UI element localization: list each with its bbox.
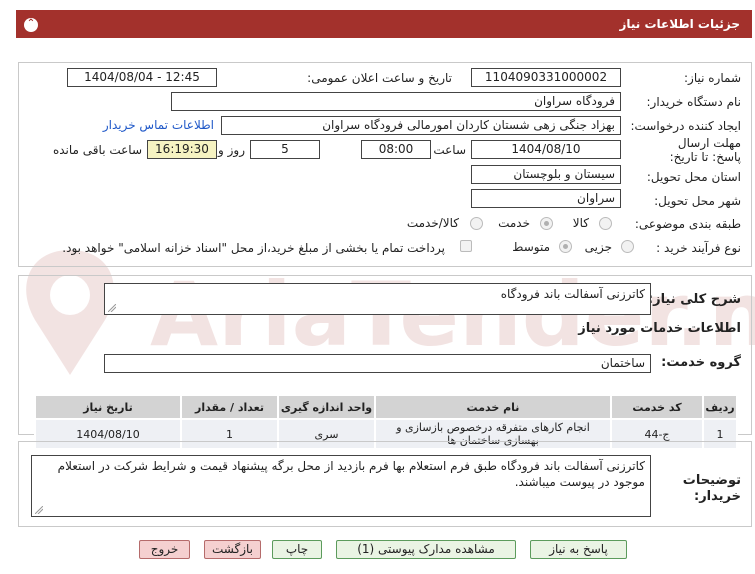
- buyer-notes-textarea[interactable]: کاترزنی آسفالت باند فرودگاه طبق فرم استع…: [31, 455, 651, 517]
- buyer-notes-text: کاترزنی آسفالت باند فرودگاه طبق فرم استع…: [57, 459, 645, 489]
- payment-checkbox[interactable]: [460, 240, 472, 252]
- service-group-label: گروه خدمت:: [661, 355, 741, 370]
- public-announce-label: تاریخ و ساعت اعلان عمومی:: [307, 71, 452, 85]
- category-option-goods-service: کالا/خدمت: [406, 216, 459, 230]
- collapse-chevron-icon[interactable]: ⌃: [24, 18, 38, 32]
- need-number-label: شماره نیاز:: [684, 71, 741, 85]
- process-type-label: نوع فرآیند خرید :: [656, 241, 741, 255]
- col-service-code: کد خدمت: [610, 394, 704, 420]
- print-button[interactable]: چاپ: [272, 540, 322, 559]
- need-summary-textarea[interactable]: کاترزنی آسفالت باند فرودگاه: [104, 283, 651, 315]
- category-label: طبقه بندی موضوعی:: [634, 217, 741, 231]
- province-field: سیستان و بلوچستان: [471, 165, 621, 184]
- page-header: جزئیات اطلاعات نیاز ⌃: [16, 10, 752, 38]
- process-option-medium: متوسط: [512, 240, 550, 254]
- process-radio-medium[interactable]: [559, 240, 572, 253]
- payment-note: پرداخت تمام یا بخشی از مبلغ خرید،از محل …: [62, 241, 445, 255]
- page-title: جزئیات اطلاعات نیاز: [619, 17, 740, 31]
- public-announce-field: 1404/08/04 - 12:45: [67, 68, 217, 87]
- contact-buyer-link[interactable]: اطلاعات تماس خریدار: [103, 118, 214, 132]
- services-info-heading: اطلاعات خدمات مورد نیاز: [578, 321, 741, 336]
- table-header-row: ردیف کد خدمت نام خدمت واحد اندازه گیری ت…: [34, 394, 738, 420]
- category-radio-service[interactable]: [540, 217, 553, 230]
- buyer-org-label: نام دستگاه خریدار:: [646, 95, 742, 109]
- request-creator-field: بهزاد جنگی زهی شستان کاردان امورمالی فرو…: [221, 116, 621, 135]
- resize-handle-icon[interactable]: [35, 506, 43, 514]
- need-summary-label: شرح کلی نیاز:: [647, 292, 741, 307]
- back-button[interactable]: بازگشت: [204, 540, 261, 559]
- col-need-date: تاریخ نیاز: [34, 394, 182, 420]
- city-field: سراوان: [471, 189, 621, 208]
- process-radio-minor[interactable]: [621, 240, 634, 253]
- province-label: استان محل تحویل:: [646, 170, 741, 184]
- page: AriaTender.net جزئیات اطلاعات نیاز ⌃ شما…: [0, 0, 755, 574]
- deadline-time-field: 08:00: [361, 140, 431, 159]
- days-field: 5: [250, 140, 320, 159]
- request-creator-label: ایجاد کننده درخواست:: [630, 119, 741, 133]
- exit-button[interactable]: خروج: [139, 540, 190, 559]
- attachments-button[interactable]: مشاهده مدارک پیوستی (1): [336, 540, 516, 559]
- need-number-field: 1104090331000002: [471, 68, 621, 87]
- deadline-date-field: 1404/08/10: [471, 140, 621, 159]
- col-row-number: ردیف: [702, 394, 738, 420]
- reply-button[interactable]: پاسخ به نیاز: [530, 540, 627, 559]
- buyer-notes-label: توضیحات خریدار:: [682, 473, 741, 504]
- buyer-org-field: فرودگاه سراوان: [171, 92, 621, 111]
- need-summary-text: کاترزنی آسفالت باند فرودگاه: [500, 287, 645, 301]
- process-option-minor: جزیی: [584, 240, 612, 254]
- category-option-goods: کالا: [572, 216, 589, 230]
- deadline-label: مهلت ارسال پاسخ: تا تاریخ:: [669, 136, 741, 164]
- remaining-time-field: 16:19:30: [147, 140, 217, 159]
- col-unit: واحد اندازه گیری: [277, 394, 376, 420]
- category-radio-goods[interactable]: [599, 217, 612, 230]
- col-quantity: تعداد / مقدار: [180, 394, 279, 420]
- category-option-service: خدمت: [498, 216, 530, 230]
- category-radio-goods-service[interactable]: [470, 217, 483, 230]
- resize-handle-icon[interactable]: [108, 304, 116, 312]
- col-service-name: نام خدمت: [374, 394, 612, 420]
- deadline-time-label: ساعت: [433, 143, 466, 157]
- service-group-field: ساختمان: [104, 354, 651, 373]
- days-label: روز و: [218, 143, 245, 157]
- city-label: شهر محل تحویل:: [654, 194, 741, 208]
- remaining-label: ساعت باقی مانده: [52, 143, 142, 157]
